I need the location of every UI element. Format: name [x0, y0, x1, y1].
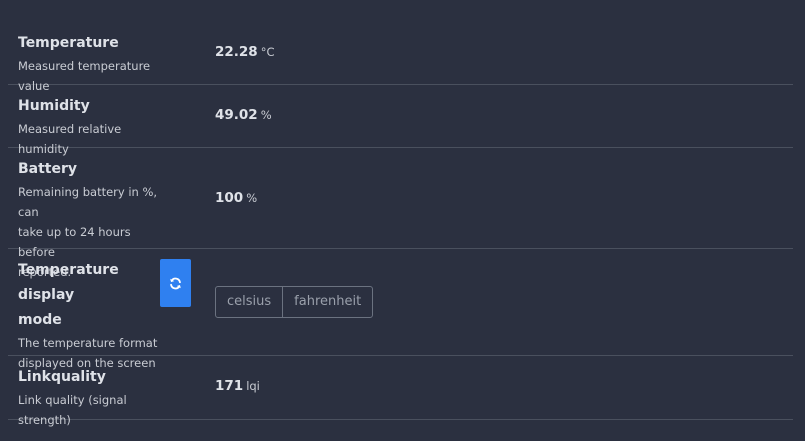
fahrenheit-option-button[interactable]: fahrenheit — [282, 287, 372, 317]
value-humidity: 49.02% — [215, 107, 272, 123]
row-linkquality: Linkquality Link quality (signal strengt… — [8, 356, 793, 427]
refresh-button[interactable] — [160, 259, 191, 307]
row-title: Battery — [18, 161, 78, 177]
refresh-icon — [170, 277, 181, 289]
value-unit: % — [246, 191, 258, 205]
value-number: 100 — [215, 190, 244, 206]
row-title-line: Temperature display — [18, 262, 119, 303]
label-cell: Linkquality Link quality (signal strengt… — [18, 365, 168, 430]
value-temperature: 22.28 °C — [215, 44, 274, 60]
row-battery: Battery Remaining battery in %, can take… — [8, 148, 793, 279]
row-description-line: The temperature format — [18, 336, 158, 350]
row-title-line: mode — [18, 312, 62, 328]
celsius-option-button[interactable]: celsius — [216, 287, 282, 317]
display-mode-toggle-group: celsius fahrenheit — [215, 286, 374, 318]
row-title: Temperature — [18, 35, 119, 51]
value-number: 171 — [215, 378, 244, 394]
row-temperature: Temperature Measured temperature value 2… — [8, 22, 793, 93]
value-unit: °C — [260, 45, 275, 59]
value-number: 22.28 — [215, 44, 258, 60]
value-linkquality: 171 lqi — [215, 378, 260, 394]
row-title: Linkquality — [18, 369, 106, 385]
value-unit: % — [260, 108, 272, 122]
row-humidity: Humidity Measured relative humidity 49.0… — [8, 85, 793, 156]
value-number: 49.02 — [215, 107, 258, 123]
row-temperature-display-mode: Temperature display mode The temperature… — [8, 249, 793, 370]
row-title: Humidity — [18, 98, 90, 114]
value-battery: 100% — [215, 190, 257, 206]
value-unit: lqi — [246, 379, 260, 393]
exposes-table: Temperature Measured temperature value 2… — [8, 22, 793, 427]
row-description: Link quality (signal strength) — [18, 393, 127, 427]
row-description-line: Remaining battery in %, can — [18, 185, 158, 219]
